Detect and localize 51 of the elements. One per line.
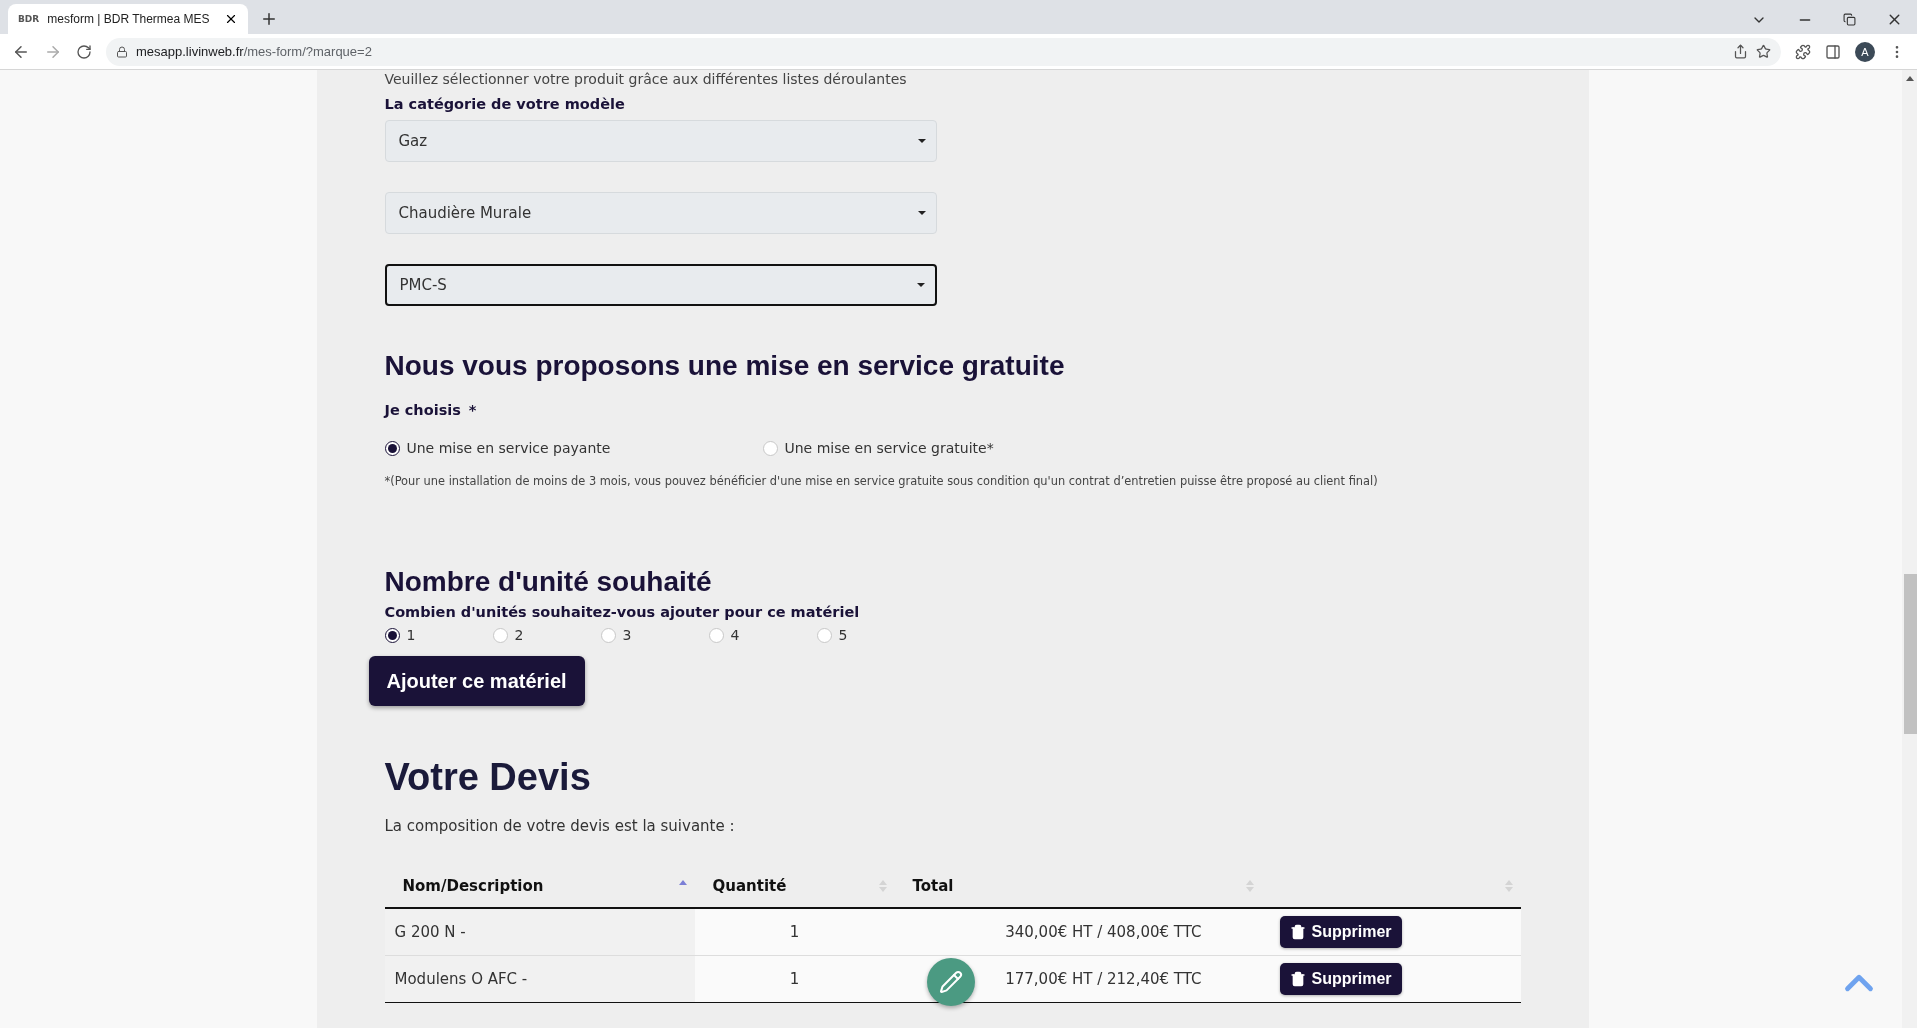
section-heading: Nombre d'unité souhaité (384, 566, 713, 598)
category-label: La catégorie de votre modèle (384, 96, 626, 112)
tab-title: mesform | BDR Thermea MES (47, 12, 211, 26)
question-label: Combien d'unités souhaitez-vous ajouter pour ce matériel (384, 604, 861, 620)
radio-option[interactable]: 5 (816, 627, 925, 643)
required-mark: * (468, 402, 477, 418)
dropdown[interactable]: Chaudière Murale (384, 192, 937, 234)
add-button[interactable]: Ajouter ce matériel (368, 656, 585, 706)
delete-button[interactable]: Supprimer (1279, 916, 1402, 948)
intro-text: Veuillez sélectionner votre produit grâce aux différentes listes déroulantes (384, 71, 907, 87)
trash-icon (1289, 924, 1306, 940)
caret-icon (916, 283, 925, 287)
radio-option[interactable]: 3 (600, 627, 709, 643)
close-icon[interactable] (224, 12, 238, 26)
radio-button[interactable] (384, 440, 400, 456)
pencil-icon (939, 970, 963, 994)
caret-icon (917, 211, 926, 215)
restore-icon[interactable] (1843, 13, 1856, 26)
avatar[interactable]: A (1855, 41, 1875, 62)
delete-button[interactable]: Supprimer (1279, 963, 1402, 995)
lock-icon (116, 45, 128, 58)
extensions-icon[interactable] (1795, 43, 1811, 60)
table-cell: 340,00€ HT / 408,00€ TTC (894, 909, 1262, 956)
side-panel-icon[interactable] (1825, 43, 1841, 60)
reload-icon[interactable] (76, 43, 92, 60)
quote-heading: Votre Devis (384, 756, 592, 799)
radio-option[interactable]: 2 (492, 627, 601, 643)
scrollbar[interactable] (1902, 70, 1917, 1028)
section-heading: Nous vous proposons une mise en service gratuite (384, 350, 1066, 382)
radio-option[interactable]: Une mise en service gratuite* (762, 440, 1141, 456)
footnote: *(Pour une installation de moins de 3 mois, vous pouvez bénéficier d'une mise en service gratuite sous condition qu'un contrat d’entretien puisse être proposé au client final) (384, 474, 1379, 488)
caret-icon (917, 139, 926, 143)
star-icon[interactable] (1756, 44, 1771, 59)
browser-tab[interactable]: BDR mesform | BDR Thermea MES (8, 4, 248, 34)
dropdown[interactable]: Gaz (384, 120, 937, 162)
radio-option[interactable]: 4 (708, 627, 817, 643)
url-text: mesapp.livinweb.fr/mes-form/?marque=2 (136, 44, 372, 59)
new-tab-icon[interactable] (260, 10, 278, 28)
trash-icon (1289, 971, 1306, 987)
table-cell: 1 (694, 909, 895, 956)
table-cell: 1 (694, 956, 895, 1003)
quote-intro: La composition de votre devis est la suivante : (384, 817, 736, 835)
share-icon[interactable] (1733, 44, 1748, 59)
table-cell: 177,00€ HT / 212,40€ TTC (894, 956, 1262, 1003)
choice-label: Je choisis (384, 402, 461, 418)
radio-option[interactable]: 1 (384, 627, 493, 643)
radio-option[interactable]: Une mise en service payante (384, 440, 763, 456)
dropdown[interactable]: PMC-S (384, 264, 937, 306)
address-bar[interactable]: mesapp.livinweb.fr/mes-form/?marque=2 (106, 37, 1781, 66)
favicon: BDR (18, 13, 40, 25)
radio-button[interactable] (384, 627, 400, 643)
